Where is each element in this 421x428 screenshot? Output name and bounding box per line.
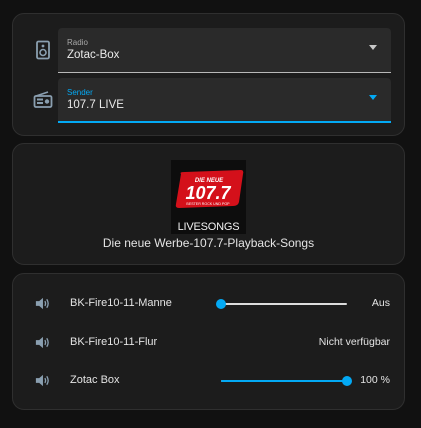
svg-text:BESTER ROCK UND POP: BESTER ROCK UND POP xyxy=(186,202,230,206)
entity-name: BK-Fire10-11-Manne xyxy=(70,297,172,309)
entity-state: Nicht verfügbar xyxy=(318,336,390,348)
radio-select[interactable]: Radio Zotac-Box xyxy=(58,28,391,73)
radio-select-label: Radio xyxy=(67,38,88,47)
volume-slider[interactable] xyxy=(221,376,352,386)
radio-selector-row: Radio Zotac-Box xyxy=(13,28,404,74)
volume-slider-thumb[interactable] xyxy=(342,376,352,386)
station-selector-row: Sender 107.7 LIVE xyxy=(13,78,404,124)
volume-icon[interactable] xyxy=(34,372,51,389)
selector-card: Radio Zotac-Box Sender 107.7 LIVE xyxy=(12,13,405,136)
volume-slider[interactable] xyxy=(216,299,347,309)
station-logo-graphic: DIE NEUE 107.7 BESTER ROCK UND POP xyxy=(175,170,244,208)
station-select-value: 107.7 LIVE xyxy=(67,99,124,111)
station-select-label: Sender xyxy=(67,88,93,97)
entity-name: BK-Fire10-11-Flur xyxy=(70,336,158,348)
logo-caption: LIVESONGS xyxy=(177,221,240,233)
volume-icon[interactable] xyxy=(34,295,51,312)
chevron-down-icon[interactable] xyxy=(369,45,377,50)
radio-select-value: Zotac-Box xyxy=(67,49,120,61)
volume-row-zotac: Zotac Box 100 % xyxy=(13,371,404,391)
station-logo: DIE NEUE 107.7 BESTER ROCK UND POP LIVES… xyxy=(171,160,246,234)
volume-row-flur: BK-Fire10-11-Flur Nicht verfügbar xyxy=(13,333,404,353)
entity-state: 100 % xyxy=(360,374,390,386)
entity-state: Aus xyxy=(371,297,390,309)
media-card: DIE NEUE 107.7 BESTER ROCK UND POP LIVES… xyxy=(12,143,405,265)
volume-icon[interactable] xyxy=(34,334,51,351)
radio-icon xyxy=(33,91,53,108)
entity-name: Zotac Box xyxy=(70,374,120,386)
volume-row-manne: BK-Fire10-11-Manne Aus xyxy=(13,294,404,314)
station-select[interactable]: Sender 107.7 LIVE xyxy=(58,78,391,123)
volume-slider-fill xyxy=(221,380,347,382)
speaker-icon xyxy=(36,40,50,60)
volume-card: BK-Fire10-11-Manne Aus BK-Fire10-11-Flur… xyxy=(12,273,405,410)
volume-slider-thumb[interactable] xyxy=(216,299,226,309)
chevron-down-icon[interactable] xyxy=(369,95,377,100)
media-title: Die neue Werbe-107.7-Playback-Songs xyxy=(102,236,315,250)
svg-text:107.7: 107.7 xyxy=(185,183,231,203)
